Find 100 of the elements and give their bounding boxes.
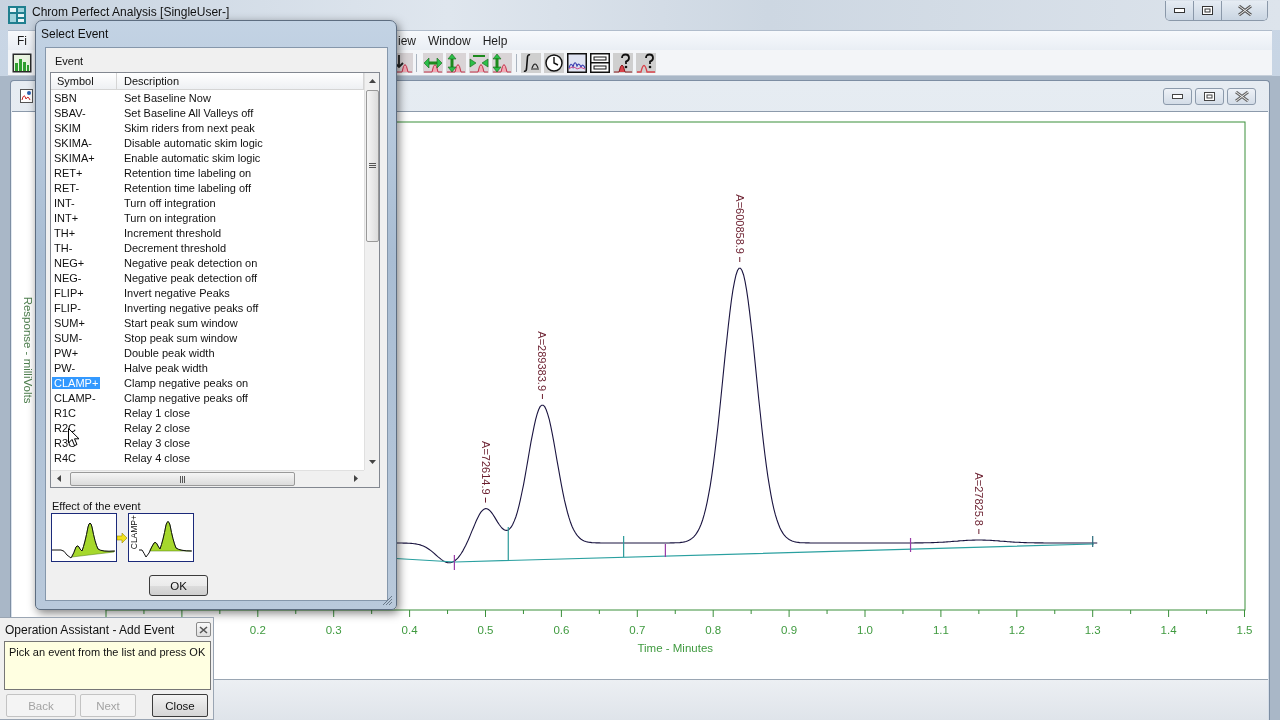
event-description[interactable]: Set Baseline All Valleys off	[124, 107, 254, 119]
event-description[interactable]: Stop peak sum window	[124, 332, 238, 344]
minimize-icon	[1174, 8, 1185, 13]
x-tick-label: 0.6	[553, 624, 570, 636]
event-description[interactable]: Enable automatic skim logic	[124, 152, 261, 164]
x-tick-label: 0.3	[325, 624, 342, 636]
event-description[interactable]: Relay 4 close	[124, 452, 191, 464]
event-description[interactable]: Turn off integration	[124, 197, 216, 209]
x-tick-label: 1.5	[1236, 624, 1253, 636]
event-symbol[interactable]: SBAV-	[52, 107, 88, 119]
horizontal-scrollbar[interactable]	[51, 470, 364, 487]
up-down-arrow-peak-icon[interactable]	[446, 52, 466, 73]
event-symbol[interactable]: R4C	[52, 452, 78, 464]
peak-outline-help-icon[interactable]	[636, 52, 656, 73]
table-window-icon[interactable]	[590, 52, 610, 73]
event-description[interactable]: Skim riders from next peak	[124, 122, 255, 134]
resize-grip-icon[interactable]	[382, 595, 393, 606]
bar-chart-icon[interactable]	[12, 52, 32, 73]
converging-arrows-peak-icon[interactable]	[469, 52, 489, 73]
event-symbol[interactable]: SUM-	[52, 332, 85, 344]
event-description[interactable]: Negative peak detection off	[124, 272, 258, 284]
menu-item[interactable]: Help	[482, 33, 508, 48]
event-symbol[interactable]: PW+	[52, 347, 81, 359]
minimize-button[interactable]	[1166, 1, 1194, 20]
event-description[interactable]: Double peak width	[124, 347, 215, 359]
event-symbol[interactable]: TH+	[52, 227, 78, 239]
vertical-scrollbar[interactable]	[364, 73, 379, 470]
event-symbol[interactable]: RET+	[52, 167, 85, 179]
peak-help-icon[interactable]	[613, 52, 633, 73]
x-tick-label: 0.8	[705, 624, 722, 636]
window-title: Chrom Perfect Analysis [SingleUser-]	[32, 5, 230, 19]
event-symbol[interactable]: R1C	[52, 407, 78, 419]
grip-icon	[369, 163, 376, 169]
maximize-icon	[1204, 91, 1215, 101]
menu-item[interactable]: iew	[398, 33, 416, 48]
event-description[interactable]: Clamp negative peaks off	[124, 392, 248, 404]
event-description[interactable]: Invert negative Peaks	[124, 287, 230, 299]
ok-button[interactable]: OK	[149, 575, 208, 596]
event-description[interactable]: Retention time labeling off	[124, 182, 251, 194]
event-symbol[interactable]: NEG+	[52, 257, 87, 269]
close-button[interactable]	[1222, 1, 1267, 20]
close-button[interactable]	[1227, 87, 1256, 105]
event-symbol[interactable]: NEG-	[52, 272, 84, 284]
up-down-arrows-peaks-icon[interactable]	[492, 52, 512, 73]
x-axis-label: Time - Minutes	[637, 642, 714, 654]
assistant-message: Pick an event from the list and press OK	[4, 641, 211, 690]
event-description[interactable]: Clamp negative peaks on	[124, 377, 249, 389]
assistant-button[interactable]: Close	[152, 694, 208, 717]
x-tick-label: 0.2	[249, 624, 266, 636]
grip-icon	[179, 475, 186, 483]
chart-window-icon[interactable]	[567, 52, 587, 73]
x-tick-label: 1.1	[932, 624, 949, 636]
event-description[interactable]: Relay 3 close	[124, 437, 191, 449]
left-right-arrow-peak-icon[interactable]	[423, 52, 443, 73]
event-description[interactable]: Inverting negative peaks off	[124, 302, 259, 314]
event-description[interactable]: Turn on integration	[124, 212, 216, 224]
event-symbol[interactable]: FLIP+	[52, 287, 86, 299]
peak-label: A=289383.9	[536, 331, 549, 391]
maximize-button[interactable]	[1195, 87, 1224, 105]
close-button[interactable]	[196, 622, 211, 637]
integral-icon[interactable]	[521, 52, 541, 73]
event-description[interactable]: Set Baseline Now	[124, 92, 211, 104]
event-symbol[interactable]: INT-	[52, 197, 77, 209]
column-header[interactable]: Symbol	[51, 73, 117, 89]
event-description[interactable]: Relay 2 close	[124, 422, 191, 434]
maximize-button[interactable]	[1194, 1, 1222, 20]
event-symbol[interactable]: SKIM	[52, 122, 83, 134]
event-symbol[interactable]: INT+	[52, 212, 81, 224]
event-symbol[interactable]: SUM+	[52, 317, 87, 329]
event-description[interactable]: Halve peak width	[124, 362, 208, 374]
menu-item[interactable]: Window	[428, 33, 471, 48]
minimize-button[interactable]	[1163, 87, 1192, 105]
event-symbol[interactable]: SKIMA-	[52, 137, 94, 149]
event-description[interactable]: Relay 1 close	[124, 407, 191, 419]
minimize-icon	[1172, 93, 1183, 99]
thumbnail-label: CLAMP+	[129, 515, 139, 550]
menu-item[interactable]: Fi	[17, 33, 27, 48]
clock-icon[interactable]	[544, 52, 564, 73]
scroll-thumb[interactable]	[366, 90, 379, 242]
scroll-thumb[interactable]	[70, 472, 295, 486]
event-symbol[interactable]: RET-	[52, 182, 82, 194]
x-tick-label: 0.4	[401, 624, 418, 636]
chart-document-icon[interactable]	[20, 89, 33, 103]
x-tick-label: 0.5	[477, 624, 494, 636]
x-tick-label: 1.3	[1084, 624, 1101, 636]
event-description[interactable]: Start peak sum window	[124, 317, 238, 329]
event-symbol[interactable]: PW-	[52, 362, 78, 374]
x-tick-label: 0.7	[629, 624, 646, 636]
app-icon	[8, 6, 26, 24]
event-symbol[interactable]: FLIP-	[52, 302, 83, 314]
event-description[interactable]: Decrement threshold	[124, 242, 227, 254]
event-symbol[interactable]: SKIMA+	[52, 152, 97, 164]
event-description[interactable]: Retention time labeling on	[124, 167, 252, 179]
event-description[interactable]: Negative peak detection on	[124, 257, 258, 269]
event-symbol[interactable]: CLAMP-	[52, 392, 98, 404]
event-description[interactable]: Increment threshold	[124, 227, 222, 239]
event-symbol[interactable]: TH-	[52, 242, 75, 254]
event-description[interactable]: Disable automatic skim logic	[124, 137, 263, 149]
event-symbol[interactable]: SBN	[52, 92, 79, 104]
peak-label: A=27825.8	[972, 472, 985, 526]
